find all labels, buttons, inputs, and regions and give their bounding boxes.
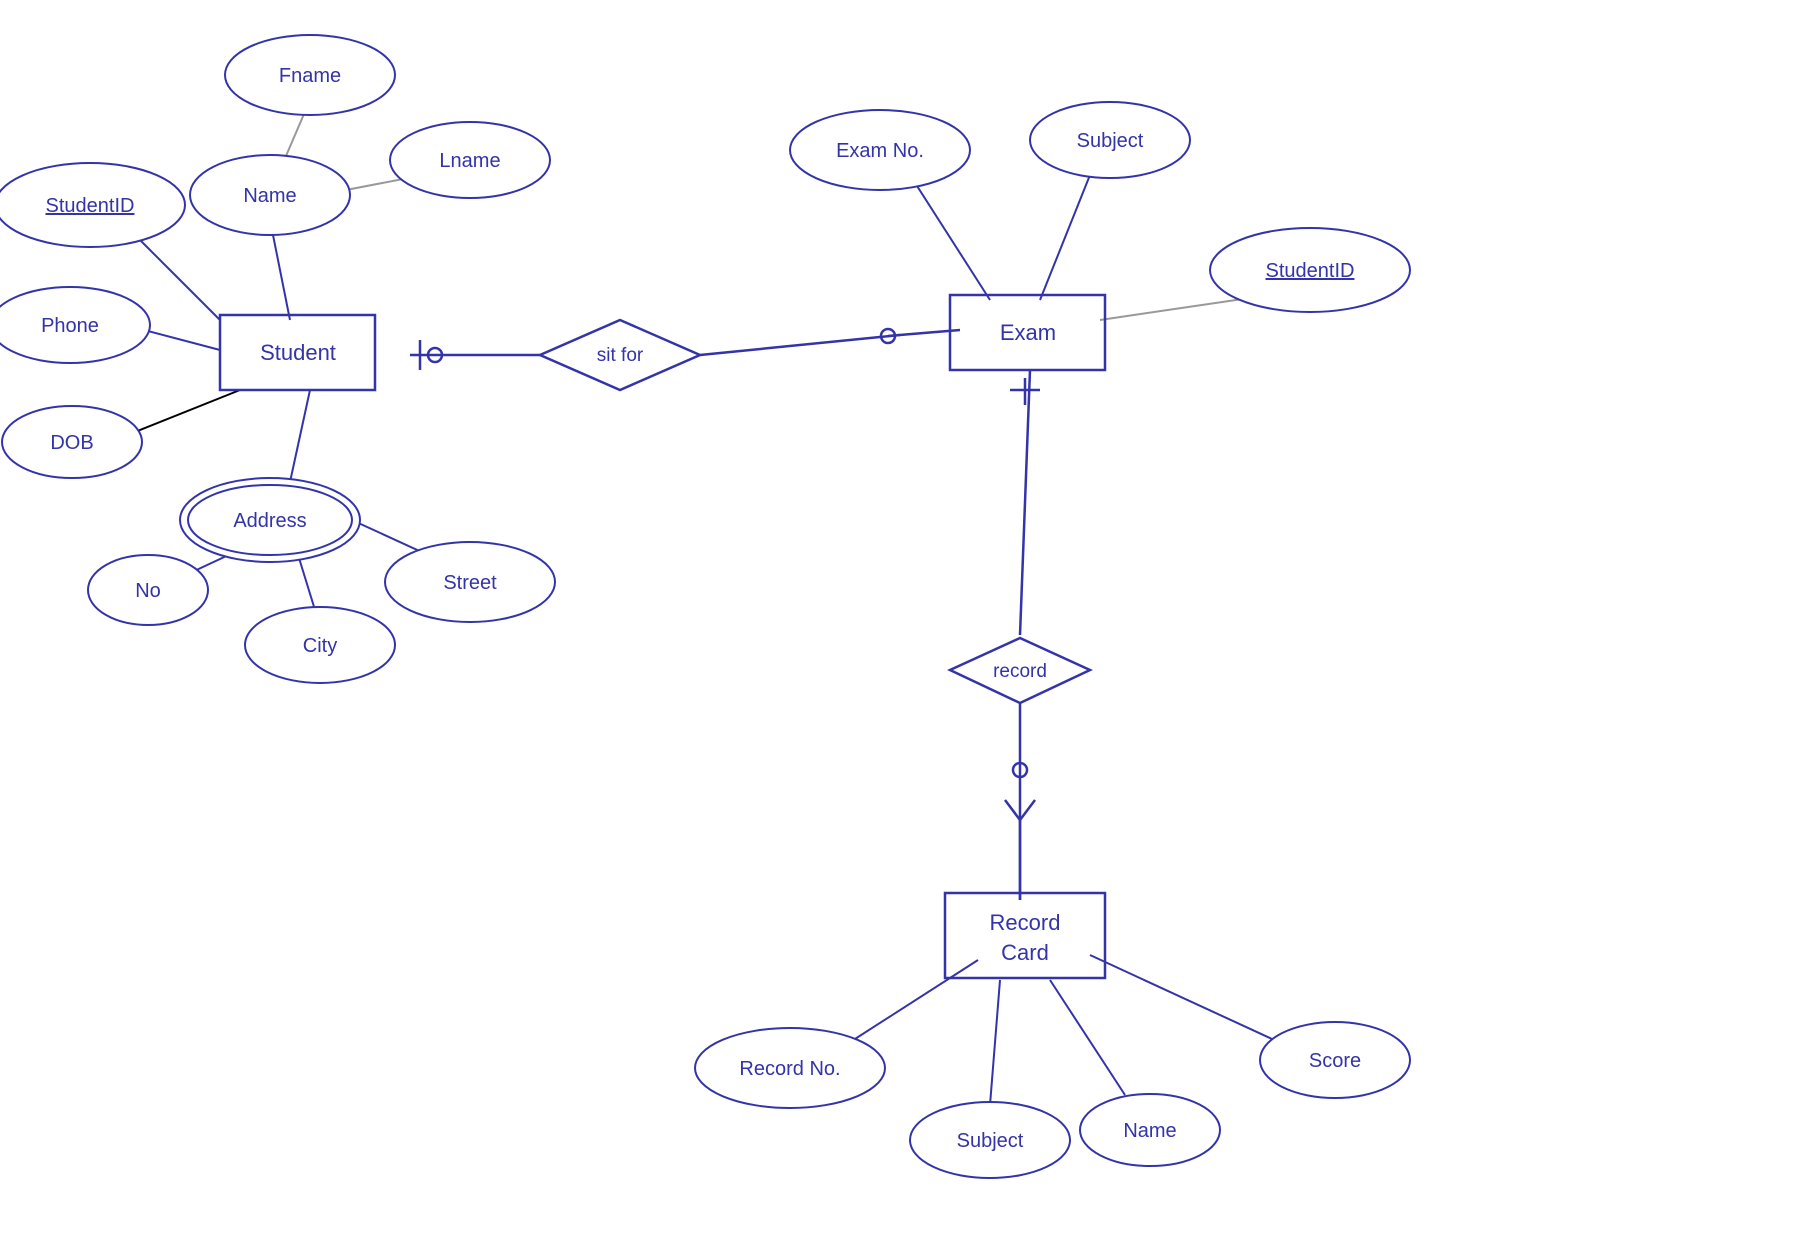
attr-fname-label: Fname — [279, 65, 341, 87]
attr-address-label: Address — [233, 510, 306, 532]
relationship-sit-for-label: sit for — [597, 345, 644, 366]
entity-exam-label: Exam — [1000, 320, 1056, 345]
attr-lname-label: Lname — [439, 150, 500, 172]
attr-dob-label: DOB — [50, 432, 93, 454]
attr-subject-rc-label: Subject — [957, 1130, 1024, 1152]
er-diagram: Student Exam Record Card sit for record … — [0, 0, 1800, 1250]
attr-phone-label: Phone — [41, 315, 99, 337]
attr-score-label: Score — [1309, 1050, 1361, 1072]
entity-record-card-label-line1: Record — [990, 910, 1061, 935]
attr-no-label: No — [135, 580, 161, 602]
entity-student-label: Student — [260, 340, 336, 365]
attr-studentid-label: StudentID — [46, 195, 135, 217]
attr-name-label: Name — [243, 185, 296, 207]
attr-record-no-label: Record No. — [739, 1058, 840, 1080]
attr-name-rc-label: Name — [1123, 1120, 1176, 1142]
attr-street-label: Street — [443, 572, 497, 594]
relationship-record-label: record — [993, 661, 1047, 682]
entity-record-card-label-line2: Card — [1001, 940, 1049, 965]
attr-city-label: City — [303, 635, 337, 657]
attr-subject-exam-label: Subject — [1077, 130, 1144, 152]
attr-studentid2-label: StudentID — [1266, 260, 1355, 282]
attr-exam-no-label: Exam No. — [836, 140, 924, 162]
